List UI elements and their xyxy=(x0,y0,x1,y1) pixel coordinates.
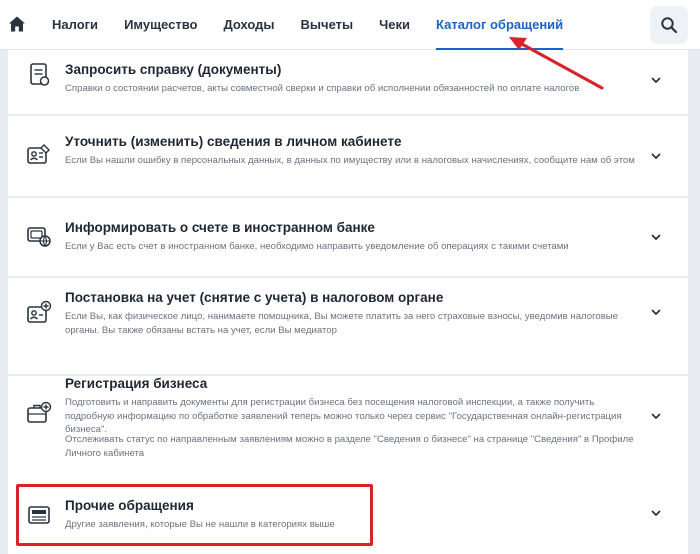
nav-tab-property[interactable]: Имущество xyxy=(124,0,197,50)
catalog-item-certificate[interactable]: Запросить справку (документы) Справки о … xyxy=(8,50,688,114)
catalog-item-title: Уточнить (изменить) сведения в личном ка… xyxy=(65,134,402,149)
chevron-down-icon[interactable] xyxy=(649,506,663,520)
catalog-item-foreign-bank[interactable]: Информировать о счете в иностранном банк… xyxy=(8,198,688,276)
catalog-item-description: Справки о состоянии расчетов, акты совме… xyxy=(65,83,580,94)
document-icon xyxy=(26,62,52,88)
catalog-item-title: Постановка на учет (снятие с учета) в на… xyxy=(65,290,444,305)
foreign-bank-icon xyxy=(26,223,52,249)
catalog-item-title: Регистрация бизнеса xyxy=(65,376,208,391)
nav-tab-request-catalog[interactable]: Каталог обращений xyxy=(436,0,564,50)
catalog-item-description-note: Отслеживать статус по направленным заявл… xyxy=(65,434,634,459)
nav-tab-taxes[interactable]: Налоги xyxy=(52,0,98,50)
catalog-item-description: Если Вы нашли ошибку в персональных данн… xyxy=(65,155,635,166)
highlight-box xyxy=(16,484,373,546)
catalog-item-description: Если у Вас есть счет в иностранном банке… xyxy=(65,241,569,252)
nav-tab-receipts[interactable]: Чеки xyxy=(379,0,410,50)
top-navigation: Налоги Имущество Доходы Вычеты Чеки Ката… xyxy=(0,0,700,50)
catalog-item-update-data[interactable]: Уточнить (изменить) сведения в личном ка… xyxy=(8,116,688,196)
catalog-item-tax-registration[interactable]: Постановка на учет (снятие с учета) в на… xyxy=(8,278,688,374)
catalog-item-description: Если Вы, как физическое лицо, нанимаете … xyxy=(65,311,619,336)
chevron-down-icon[interactable] xyxy=(649,73,663,87)
catalog-item-title: Информировать о счете в иностранном банк… xyxy=(65,220,375,235)
chevron-down-icon[interactable] xyxy=(649,409,663,423)
business-case-icon xyxy=(26,400,52,426)
search-icon xyxy=(661,17,678,34)
catalog-item-title: Запросить справку (документы) xyxy=(65,62,282,77)
id-card-edit-icon xyxy=(26,142,52,168)
chevron-down-icon[interactable] xyxy=(649,149,663,163)
chevron-down-icon[interactable] xyxy=(649,305,663,319)
chevron-down-icon[interactable] xyxy=(649,230,663,244)
search-button[interactable] xyxy=(650,6,688,44)
nav-tab-deductions[interactable]: Вычеты xyxy=(301,0,354,50)
nav-tabs: Налоги Имущество Доходы Вычеты Чеки Ката… xyxy=(52,0,589,50)
catalog-item-description: Подготовить и направить документы для ре… xyxy=(65,397,622,435)
id-card-add-icon xyxy=(26,300,52,326)
home-icon[interactable] xyxy=(8,15,26,33)
nav-tab-income[interactable]: Доходы xyxy=(223,0,274,50)
